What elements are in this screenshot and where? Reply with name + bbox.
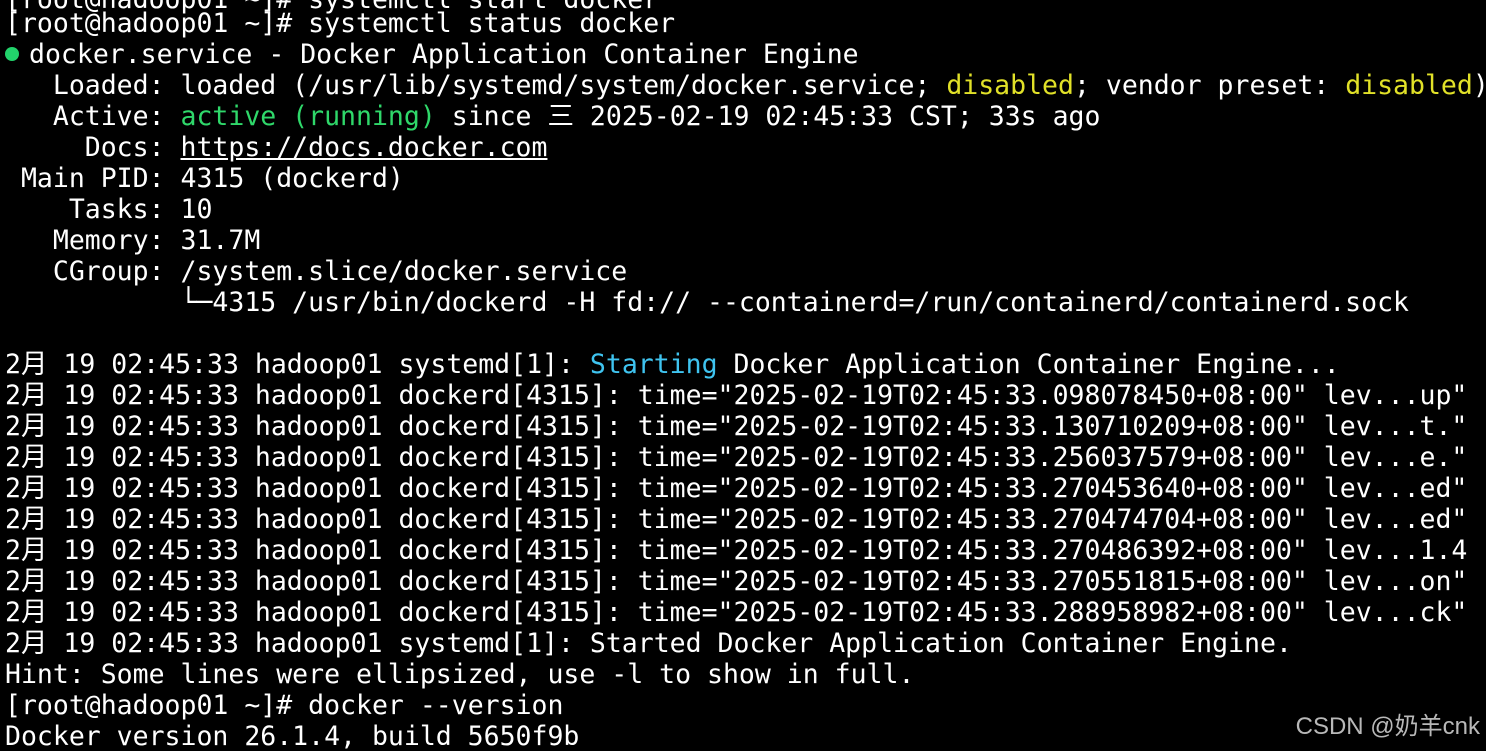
- version-output-line: Docker version 26.1.4, build 5650f9b: [5, 721, 580, 751]
- log-line: 2月 19 02:45:33 hadoop01 dockerd[4315]: t…: [5, 411, 1468, 442]
- disabled-badge: disabled: [946, 70, 1074, 101]
- cgroup-process-line: └─4315 /usr/bin/dockerd -H fd:// --conta…: [5, 287, 1409, 318]
- watermark: CSDN @奶羊cnk: [1295, 713, 1480, 740]
- main-pid-line: Main PID: 4315 (dockerd): [5, 163, 404, 194]
- log-line: 2月 19 02:45:33 hadoop01 dockerd[4315]: t…: [5, 566, 1468, 597]
- shell-prompt: [root@hadoop01 ~]#: [5, 690, 293, 721]
- service-title-line: docker.service - Docker Application Cont…: [5, 39, 859, 70]
- docs-line: Docs: https://docs.docker.com: [5, 132, 548, 163]
- vendor-preset-label: ; vendor preset:: [1073, 70, 1346, 101]
- command-line-status: [root@hadoop01 ~]# systemctl status dock…: [5, 8, 675, 39]
- active-key: Active:: [5, 101, 181, 132]
- loaded-line: Loaded: loaded (/usr/lib/systemd/system/…: [5, 70, 1486, 101]
- cgroup-line: CGroup: /system.slice/docker.service: [5, 256, 628, 287]
- log-line: 2月 19 02:45:33 hadoop01 dockerd[4315]: t…: [5, 535, 1468, 566]
- log-line: 2月 19 02:45:33 hadoop01 dockerd[4315]: t…: [5, 442, 1468, 473]
- docs-key: Docs:: [5, 132, 181, 163]
- loaded-close-paren: ): [1473, 70, 1486, 101]
- command-text: docker --version: [308, 690, 564, 721]
- log-line: 2月 19 02:45:33 hadoop01 dockerd[4315]: t…: [5, 504, 1468, 535]
- status-dot-icon: [5, 46, 19, 61]
- docs-link[interactable]: https://docs.docker.com: [181, 132, 548, 163]
- log-line-starting: 2月 19 02:45:33 hadoop01 systemd[1]: Star…: [5, 349, 1340, 380]
- loaded-value: loaded (/usr/lib/systemd/system/docker.s…: [180, 70, 947, 101]
- log-line: 2月 19 02:45:33 hadoop01 dockerd[4315]: t…: [5, 597, 1468, 628]
- loaded-key: Loaded:: [5, 70, 181, 101]
- log-line: 2月 19 02:45:33 hadoop01 dockerd[4315]: t…: [5, 380, 1468, 411]
- memory-line: Memory: 31.7M: [5, 225, 261, 256]
- log-line: 2月 19 02:45:33 hadoop01 dockerd[4315]: t…: [5, 473, 1468, 504]
- command-text: systemctl status docker: [308, 8, 676, 39]
- service-title: docker.service - Docker Application Cont…: [29, 39, 859, 70]
- active-since: since 三 2025-02-19 02:45:33 CST; 33s ago: [435, 101, 1101, 132]
- starting-word: Starting: [589, 349, 718, 380]
- terminal-window[interactable]: [root@hadoop01 ~]# systemctl start docke…: [0, 0, 1486, 751]
- log-message: Docker Application Container Engine...: [717, 349, 1340, 380]
- log-line-started: 2月 19 02:45:33 hadoop01 systemd[1]: Star…: [5, 628, 1292, 659]
- log-prefix: 2月 19 02:45:33 hadoop01 systemd[1]:: [5, 349, 590, 380]
- tasks-line: Tasks: 10: [5, 194, 213, 225]
- command-line-version: [root@hadoop01 ~]# docker --version: [5, 690, 563, 721]
- hint-line: Hint: Some lines were ellipsized, use -l…: [5, 659, 915, 690]
- shell-prompt: [root@hadoop01 ~]#: [5, 8, 293, 39]
- active-state: active (running): [180, 101, 436, 132]
- active-line: Active: active (running) since 三 2025-02…: [5, 101, 1101, 132]
- vendor-disabled-badge: disabled: [1345, 70, 1473, 101]
